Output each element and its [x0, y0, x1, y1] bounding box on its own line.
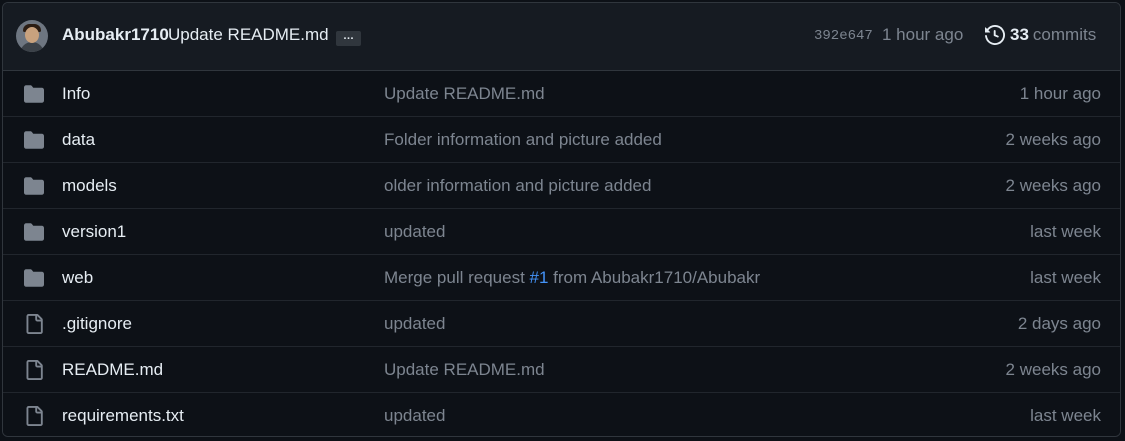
file-row[interactable]: README.md Update README.md 2 weeks ago [3, 346, 1120, 392]
file-name-link[interactable]: requirements.txt [62, 406, 184, 426]
commit-message-link[interactable]: updated [384, 314, 445, 334]
commit-message-prefix: Merge pull request [384, 268, 530, 287]
commit-time: 1 hour ago [1019, 84, 1101, 103]
file-icon [23, 406, 45, 426]
file-name-link[interactable]: models [62, 176, 117, 196]
commit-message-link[interactable]: updated [384, 406, 445, 426]
latest-commit-bar: Abubakr1710 Update README.md … 392e647 1… [3, 3, 1120, 71]
history-icon [985, 25, 1005, 45]
file-name-link[interactable]: data [62, 130, 95, 150]
file-name-link[interactable]: README.md [62, 360, 163, 380]
commit-count: 33 [1010, 25, 1029, 44]
commit-time: 1 hour ago [882, 25, 964, 44]
folder-icon [23, 176, 45, 196]
file-name-link[interactable]: web [62, 268, 93, 288]
pull-request-link[interactable]: #1 [530, 268, 549, 287]
file-name-link[interactable]: Info [62, 84, 90, 104]
file-row[interactable]: requirements.txt updated last week [3, 392, 1120, 436]
commit-time: 2 weeks ago [1005, 360, 1101, 379]
commit-message-suffix: from Abubakr1710/Abubakr [548, 268, 761, 287]
file-row[interactable]: version1 updated last week [3, 208, 1120, 254]
file-browser: Abubakr1710 Update README.md … 392e647 1… [2, 2, 1121, 437]
folder-icon [23, 130, 45, 150]
folder-icon [23, 222, 45, 242]
commit-author-link[interactable]: Abubakr1710 [62, 25, 169, 45]
commit-time: last week [1030, 222, 1101, 241]
commit-message-link[interactable]: Update README.md [384, 360, 545, 380]
folder-icon [23, 84, 45, 104]
file-name-link[interactable]: .gitignore [62, 314, 132, 334]
commit-time: 2 weeks ago [1005, 176, 1101, 195]
commit-time: last week [1030, 406, 1101, 425]
file-icon [23, 360, 45, 380]
file-row[interactable]: .gitignore updated 2 days ago [3, 300, 1120, 346]
file-row[interactable]: Info Update README.md 1 hour ago [3, 71, 1120, 116]
commit-message-link[interactable]: Update README.md [384, 84, 545, 104]
file-icon [23, 314, 45, 334]
folder-icon [23, 268, 45, 288]
file-list: Info Update README.md 1 hour ago data Folder… [3, 71, 1120, 436]
file-row[interactable]: web Merge pull request #1 from Abubakr171… [3, 254, 1120, 300]
commit-sha-link[interactable]: 392e647 [814, 28, 873, 44]
commit-message-link[interactable]: older information and picture added [384, 176, 651, 196]
file-row[interactable]: models older information and picture adde… [3, 162, 1120, 208]
commit-message-link[interactable]: Update README.md [168, 25, 329, 45]
commit-message-link[interactable]: Merge pull request #1 from Abubakr1710/A… [384, 268, 760, 288]
commits-label: commits [1032, 25, 1097, 44]
commit-time: 2 weeks ago [1005, 130, 1101, 149]
commit-message-link[interactable]: updated [384, 222, 445, 242]
commit-time: 2 days ago [1017, 314, 1101, 333]
commit-message-link[interactable]: Folder information and picture added [384, 130, 662, 150]
expand-commit-button[interactable]: … [336, 31, 361, 46]
file-row[interactable]: data Folder information and picture added… [3, 116, 1120, 162]
author-avatar[interactable] [16, 20, 48, 52]
commits-history-link[interactable]: 33 commits [985, 25, 1096, 45]
commit-time: last week [1030, 268, 1101, 287]
file-name-link[interactable]: version1 [62, 222, 126, 242]
